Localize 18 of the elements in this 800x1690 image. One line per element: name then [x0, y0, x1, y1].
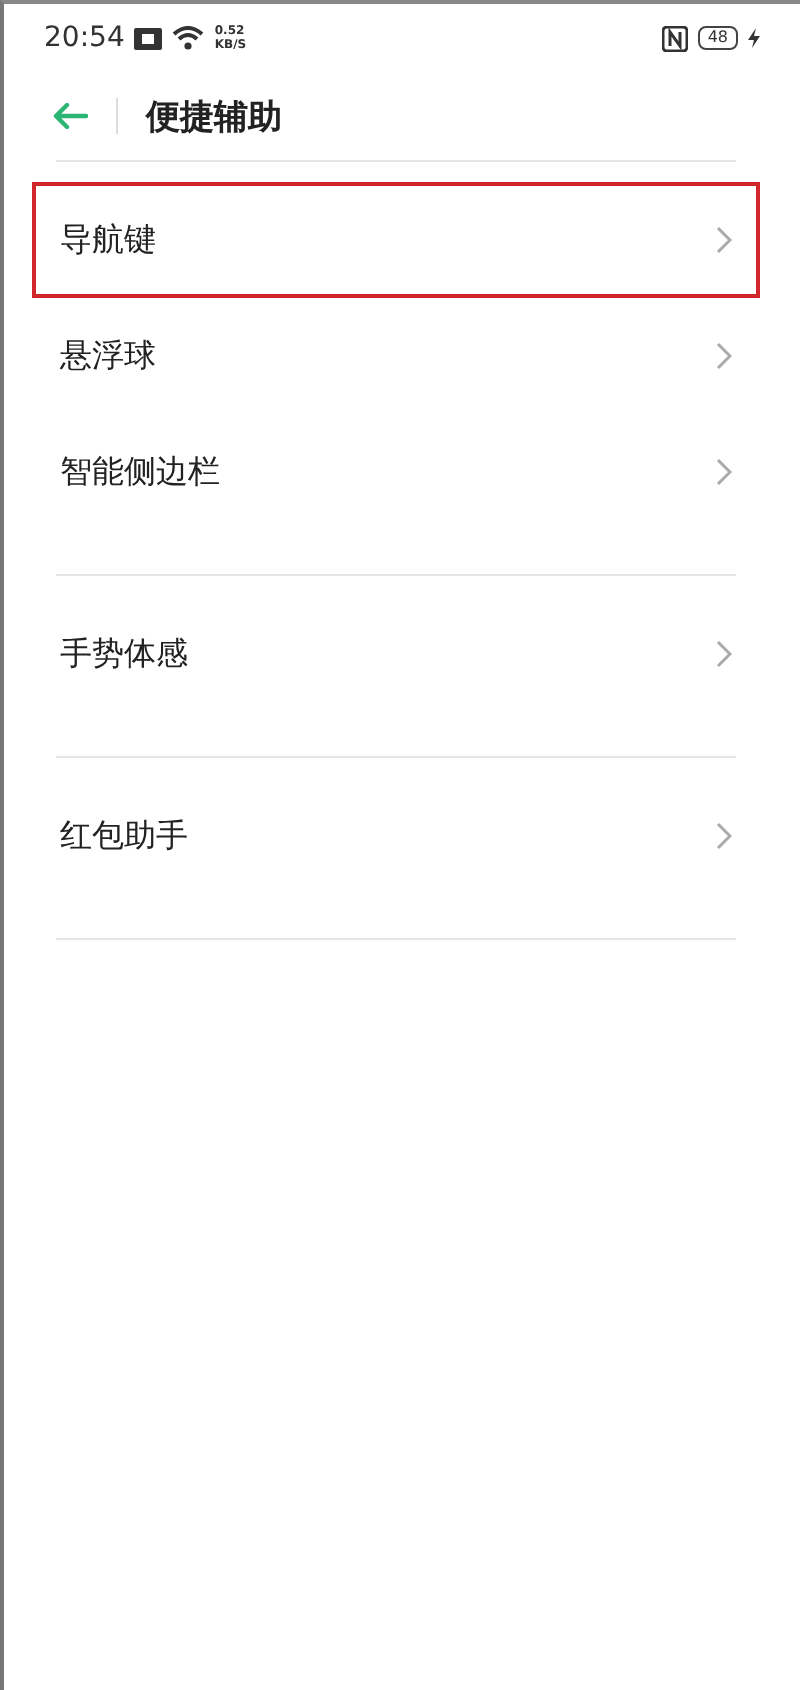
settings-item[interactable]: 智能侧边栏	[32, 414, 760, 530]
settings-item[interactable]: 红包助手	[32, 778, 760, 894]
chevron-right-icon	[716, 342, 732, 370]
sim-card-icon	[134, 27, 163, 49]
back-arrow-icon[interactable]	[52, 102, 88, 130]
charging-icon	[748, 28, 760, 48]
settings-item[interactable]: 导航键	[32, 182, 760, 298]
page-title: 便捷辅助	[146, 95, 282, 139]
chevron-right-icon	[716, 458, 732, 486]
battery-icon: 48	[697, 26, 738, 50]
wifi-icon	[172, 26, 205, 50]
status-time: 20:54	[44, 22, 125, 54]
chevron-right-icon	[716, 226, 732, 254]
settings-item[interactable]: 手势体感	[32, 596, 760, 712]
chevron-right-icon	[716, 822, 732, 850]
nfc-icon	[661, 25, 688, 51]
settings-item[interactable]: 悬浮球	[32, 298, 760, 414]
chevron-right-icon	[716, 640, 732, 668]
